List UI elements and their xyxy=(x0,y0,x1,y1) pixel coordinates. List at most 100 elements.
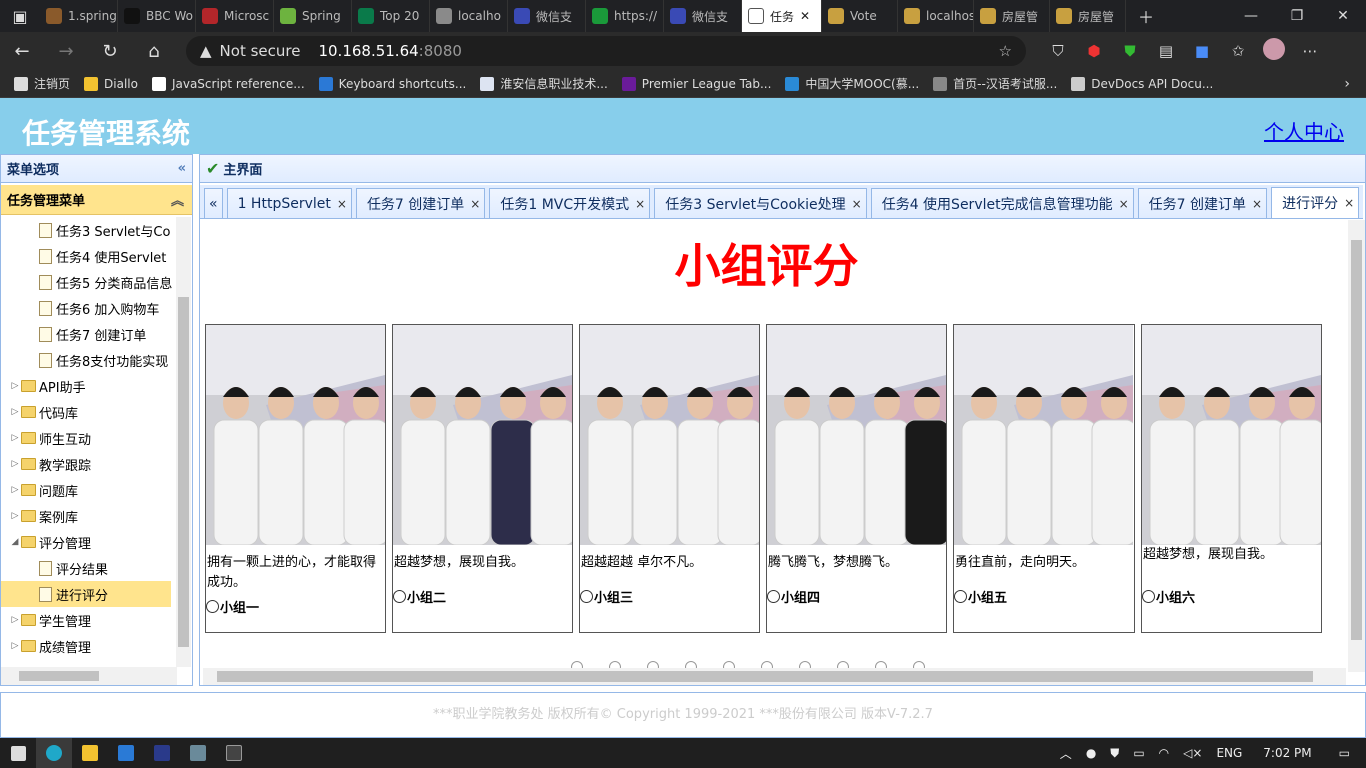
browser-tab[interactable]: 1.spring xyxy=(40,0,118,32)
reload-icon[interactable]: ↻ xyxy=(88,41,132,62)
tray-overflow-icon[interactable]: ︿ xyxy=(1060,745,1072,762)
group-radio[interactable] xyxy=(206,600,219,613)
battery-icon[interactable]: ▭ xyxy=(1133,746,1144,760)
expand-triangle-icon[interactable]: ▷ xyxy=(9,641,21,651)
tree-item[interactable]: ▷ 师生互动 xyxy=(1,425,177,451)
qq-icon[interactable]: ● xyxy=(1086,746,1096,760)
user-center-link[interactable]: 个人中心 xyxy=(1264,116,1344,145)
browser-tab[interactable]: Vote xyxy=(822,0,898,32)
browser-tab[interactable]: Spring xyxy=(274,0,352,32)
volume-icon[interactable]: ◁× xyxy=(1183,746,1202,760)
close-tab-icon[interactable]: × xyxy=(470,197,480,211)
edge-icon[interactable] xyxy=(36,738,72,768)
group-vote-option[interactable]: 小组五 xyxy=(954,583,1134,606)
chevron-up-icon[interactable]: ︽ xyxy=(171,190,184,209)
adblock-extension-icon[interactable]: ⬢ xyxy=(1076,42,1112,60)
content-vertical-scrollbar[interactable] xyxy=(1348,220,1365,672)
group-vote-option[interactable]: 小组四 xyxy=(767,583,946,606)
expand-triangle-icon[interactable]: ▷ xyxy=(9,459,21,469)
windows-start-icon[interactable] xyxy=(0,738,36,768)
group-vote-option[interactable]: 小组二 xyxy=(393,583,572,606)
office-extension-icon[interactable]: ▤ xyxy=(1148,42,1184,60)
bookmark-item[interactable]: DevDocs API Docu... xyxy=(1071,75,1213,92)
collapse-triangle-icon[interactable]: ◢ xyxy=(9,537,21,547)
favorites-icon[interactable]: ✩ xyxy=(1220,42,1256,60)
close-window-icon[interactable]: ✕ xyxy=(1320,8,1366,24)
group-radio[interactable] xyxy=(580,590,593,603)
content-tab[interactable]: 任务3 Servlet与Cookie处理 × xyxy=(654,188,867,218)
tree-item[interactable]: ▷ API助手 xyxy=(1,373,177,399)
close-tab-icon[interactable]: × xyxy=(1119,197,1129,211)
close-tab-icon[interactable]: × xyxy=(337,197,347,211)
tree-item[interactable]: ▷ 案例库 xyxy=(1,503,177,529)
expand-triangle-icon[interactable]: ▷ xyxy=(9,615,21,625)
back-icon[interactable]: ← xyxy=(0,41,44,62)
shield-extension-icon[interactable]: ⛉ xyxy=(1040,42,1076,60)
expand-triangle-icon[interactable]: ▷ xyxy=(9,381,21,391)
browser-tab[interactable]: localho xyxy=(430,0,508,32)
file-explorer-icon[interactable] xyxy=(72,738,108,768)
bookmark-item[interactable]: Diallo xyxy=(84,75,138,92)
tree-item[interactable]: ▷ 学生管理 xyxy=(1,607,177,633)
tree-item[interactable]: ▷ 成绩管理 xyxy=(1,633,177,659)
home-icon[interactable]: ⌂ xyxy=(132,41,176,62)
url-field[interactable]: ▲ Not secure 10.168.51.64 :8080 ☆ xyxy=(186,36,1026,66)
content-tab[interactable]: 任务4 使用Servlet完成信息管理功能 × xyxy=(870,188,1134,218)
clock[interactable]: 7:02 PM xyxy=(1263,746,1311,760)
minimize-icon[interactable]: — xyxy=(1228,8,1274,24)
close-tab-icon[interactable]: × xyxy=(1344,196,1354,210)
expand-triangle-icon[interactable]: ▷ xyxy=(9,433,21,443)
security-extension-icon[interactable]: ⛊ xyxy=(1112,42,1148,60)
content-tab[interactable]: 任务7 创建订单 × xyxy=(355,188,486,218)
content-tab[interactable]: 1 HttpServlet × xyxy=(226,188,352,218)
new-tab-button[interactable]: ＋ xyxy=(1126,0,1166,32)
tree-item[interactable]: 任务8支付功能实现 xyxy=(1,347,177,373)
tabs-scroll-left-icon[interactable]: « xyxy=(204,188,223,218)
content-horizontal-scrollbar[interactable] xyxy=(203,668,1346,685)
zoom-extension-icon[interactable]: ■ xyxy=(1184,42,1220,60)
tree-item[interactable]: 任务3 Servlet与Co xyxy=(1,217,177,243)
close-tab-icon[interactable]: × xyxy=(1252,197,1262,211)
group-radio[interactable] xyxy=(954,590,967,603)
group-vote-option[interactable]: 小组三 xyxy=(580,583,759,606)
group-vote-option[interactable]: 小组六 xyxy=(1142,583,1321,606)
tree-item[interactable]: ▷ 教学跟踪 xyxy=(1,451,177,477)
tree-item[interactable]: 任务5 分类商品信息 xyxy=(1,269,177,295)
group-radio[interactable] xyxy=(767,590,780,603)
browser-tab[interactable]: 房屋管 xyxy=(1050,0,1126,32)
notifications-icon[interactable]: ▭ xyxy=(1339,746,1350,760)
browser-tab[interactable]: BBC Wo xyxy=(118,0,196,32)
restore-icon[interactable]: ❐ xyxy=(1274,8,1320,24)
browser-tab[interactable]: 房屋管 xyxy=(974,0,1050,32)
bookmarks-overflow-icon[interactable]: › xyxy=(1344,76,1350,92)
tree-item[interactable]: ▷ 代码库 xyxy=(1,399,177,425)
sidebar-horizontal-scrollbar[interactable] xyxy=(1,667,177,685)
tree-item[interactable]: ▷ 问题库 xyxy=(1,477,177,503)
bookmark-item[interactable]: 淮安信息职业技术... xyxy=(480,75,608,92)
add-favorite-icon[interactable]: ☆ xyxy=(999,42,1012,60)
tree-item[interactable]: 进行评分 xyxy=(1,581,171,607)
app-me-icon[interactable] xyxy=(144,738,180,768)
forward-icon[interactable]: → xyxy=(44,41,88,62)
tree-item[interactable]: 任务6 加入购物车 xyxy=(1,295,177,321)
close-tab-icon[interactable]: ✕ xyxy=(800,9,810,23)
browser-tab[interactable]: 微信支 xyxy=(664,0,742,32)
sidebar-vertical-scrollbar[interactable] xyxy=(176,217,191,667)
browser-tab[interactable]: localhos xyxy=(898,0,974,32)
group-radio[interactable] xyxy=(1142,590,1155,603)
bookmark-item[interactable]: Keyboard shortcuts... xyxy=(318,75,466,92)
cmd-icon[interactable] xyxy=(216,738,252,768)
vscode-icon[interactable] xyxy=(108,738,144,768)
defender-icon[interactable]: ⛊ xyxy=(1110,746,1119,761)
content-tab[interactable]: 任务1 MVC开发模式 × xyxy=(489,188,651,218)
expand-triangle-icon[interactable]: ▷ xyxy=(9,485,21,495)
tree-item[interactable]: ◢ 评分管理 xyxy=(1,529,177,555)
bookmark-item[interactable]: 首页--汉语考试服... xyxy=(933,75,1057,92)
close-tab-icon[interactable]: × xyxy=(635,197,645,211)
bookmark-item[interactable]: JavaScript reference... xyxy=(151,75,305,92)
language-indicator[interactable]: ENG xyxy=(1216,746,1242,760)
expand-triangle-icon[interactable]: ▷ xyxy=(9,407,21,417)
more-menu-icon[interactable]: ⋯ xyxy=(1292,42,1328,60)
browser-tab[interactable]: https:// xyxy=(586,0,664,32)
tree-item[interactable]: 任务7 创建订单 xyxy=(1,321,177,347)
